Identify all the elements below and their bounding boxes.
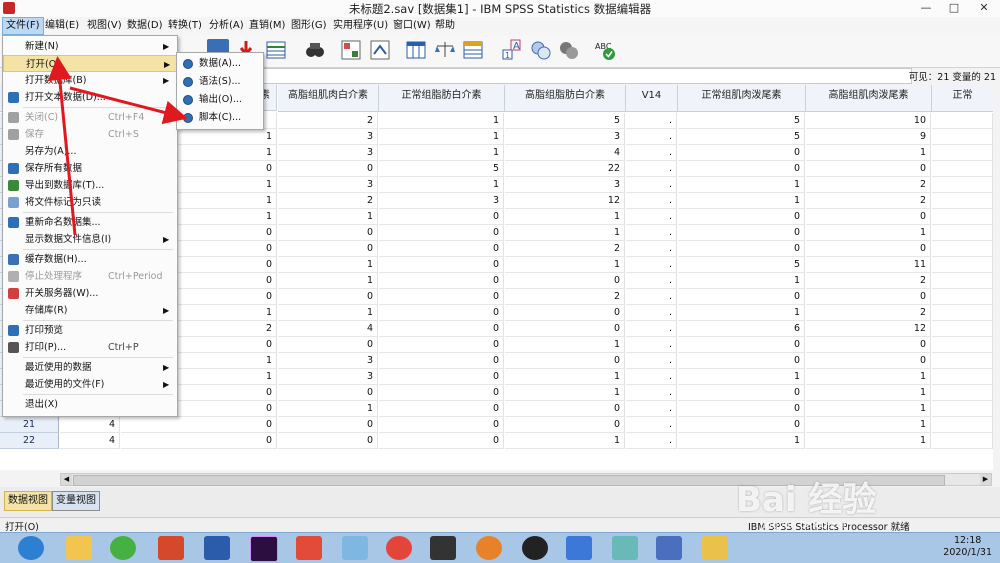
premiere-icon[interactable] [250, 536, 278, 562]
clock-time: 12:18 [953, 535, 982, 546]
chrome-icon[interactable] [386, 536, 412, 560]
system-clock[interactable]: 12:18 2020/1/31 [943, 535, 992, 559]
media-player-icon[interactable] [476, 536, 502, 560]
scroll-left-icon[interactable]: ◀ [61, 474, 72, 485]
video-editor-icon[interactable] [430, 536, 456, 560]
baidu-watermark-url: jingyan.baidu.com [760, 520, 853, 531]
file-explorer-icon[interactable] [66, 536, 92, 560]
clock-date: 2020/1/31 [943, 547, 992, 558]
wechat-icon[interactable] [110, 536, 136, 560]
status-text: 打开(O) [5, 522, 39, 533]
calculator-icon[interactable] [656, 536, 682, 560]
qq-browser-icon[interactable] [342, 536, 368, 560]
tab-data-view[interactable]: 数据视图 [4, 491, 52, 511]
scroll-right-icon[interactable]: ▶ [980, 474, 991, 485]
feishu-icon[interactable] [566, 536, 592, 560]
baidu-watermark-logo: Bai 经验 [736, 480, 877, 520]
wps-icon[interactable] [296, 536, 322, 560]
tab-variable-view[interactable]: 变量视图 [52, 491, 100, 511]
taskbar: 12:18 2020/1/31 [0, 532, 1000, 563]
qq-icon[interactable] [522, 536, 548, 560]
spss-taskbar-icon[interactable] [702, 536, 728, 560]
notes-icon[interactable] [612, 536, 638, 560]
ie-browser-icon[interactable] [18, 536, 44, 560]
word-icon[interactable] [204, 536, 230, 560]
powerpoint-icon[interactable] [158, 536, 184, 560]
